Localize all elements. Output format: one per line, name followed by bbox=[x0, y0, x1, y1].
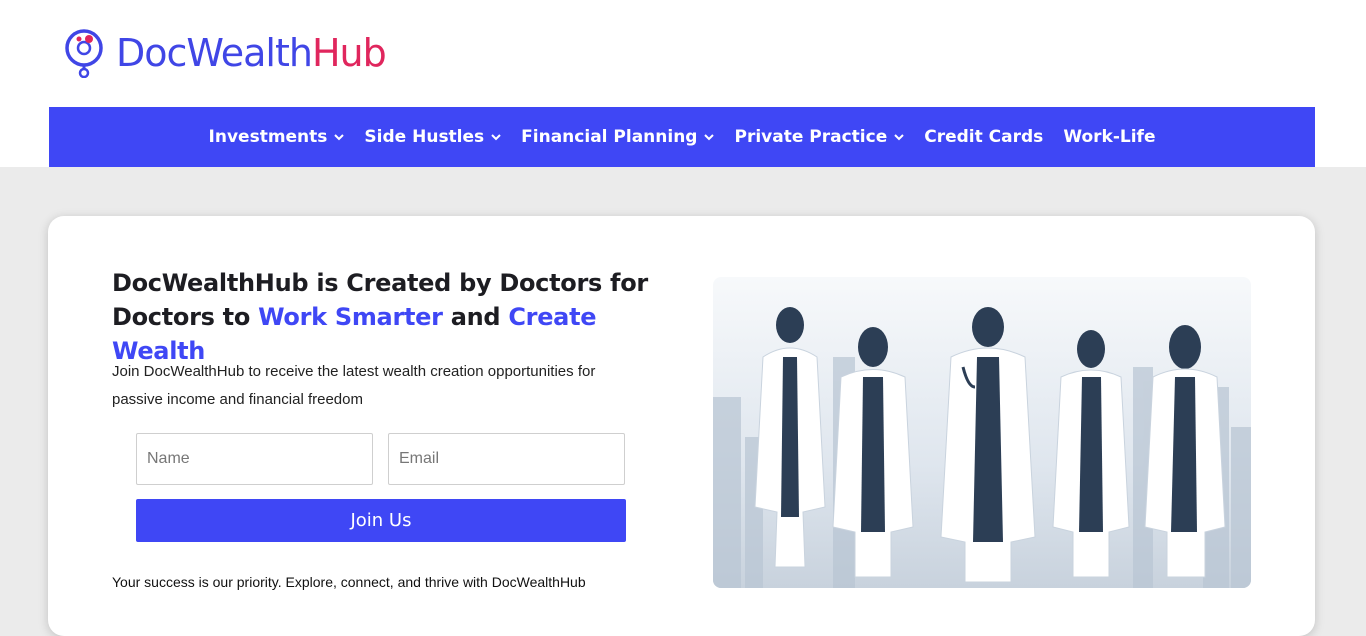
nav-item-private-practice[interactable]: Private Practice bbox=[734, 127, 904, 147]
nav-item-label: Credit Cards bbox=[924, 127, 1044, 147]
nav-item-investments[interactable]: Investments bbox=[209, 127, 345, 147]
nav-item-label: Investments bbox=[208, 127, 328, 147]
chevron-down-icon bbox=[334, 133, 345, 140]
logo-text-doc-wealth: DocWealth bbox=[116, 31, 313, 75]
main-nav: Investments Side Hustles Financial Plann… bbox=[49, 107, 1315, 167]
nav-item-side-hustles[interactable]: Side Hustles bbox=[364, 127, 501, 147]
join-us-button[interactable]: Join Us bbox=[136, 499, 626, 542]
nav-item-label: Work-Life bbox=[1063, 127, 1156, 147]
nav-item-credit-cards[interactable]: Credit Cards bbox=[924, 127, 1043, 147]
chevron-down-icon bbox=[894, 133, 904, 140]
hero-headline: DocWealthHub is Created by Doctors for D… bbox=[112, 266, 672, 368]
stethoscope-coin-icon bbox=[65, 29, 103, 78]
hero-subtext: Join DocWealthHub to receive the latest … bbox=[112, 363, 596, 408]
chevron-down-icon bbox=[704, 133, 715, 140]
chevron-down-icon bbox=[491, 133, 501, 140]
footer-note: Your success is our priority. Explore, c… bbox=[112, 574, 586, 590]
nav-item-label: Private Practice bbox=[734, 127, 888, 147]
headline-text-and: and bbox=[442, 303, 509, 331]
nav-item-label: Side Hustles bbox=[364, 127, 485, 147]
site-logo[interactable]: DocWealthHub bbox=[62, 28, 387, 78]
hero-image bbox=[713, 277, 1251, 588]
site-header: DocWealthHub Investments Side Hustles Fi… bbox=[0, 0, 1366, 167]
nav-item-work-life[interactable]: Work-Life bbox=[1063, 127, 1155, 147]
name-input[interactable] bbox=[136, 433, 373, 485]
logo-text-hub: Hub bbox=[311, 31, 387, 75]
doctors-silhouette-illustration bbox=[713, 277, 1251, 588]
headline-highlight-work-smarter: Work Smarter bbox=[258, 303, 443, 331]
site-logo-text: DocWealthHub bbox=[116, 31, 387, 75]
nav-item-label: Financial Planning bbox=[521, 127, 698, 147]
email-input[interactable] bbox=[388, 433, 625, 485]
nav-item-financial-planning[interactable]: Financial Planning bbox=[521, 127, 715, 147]
